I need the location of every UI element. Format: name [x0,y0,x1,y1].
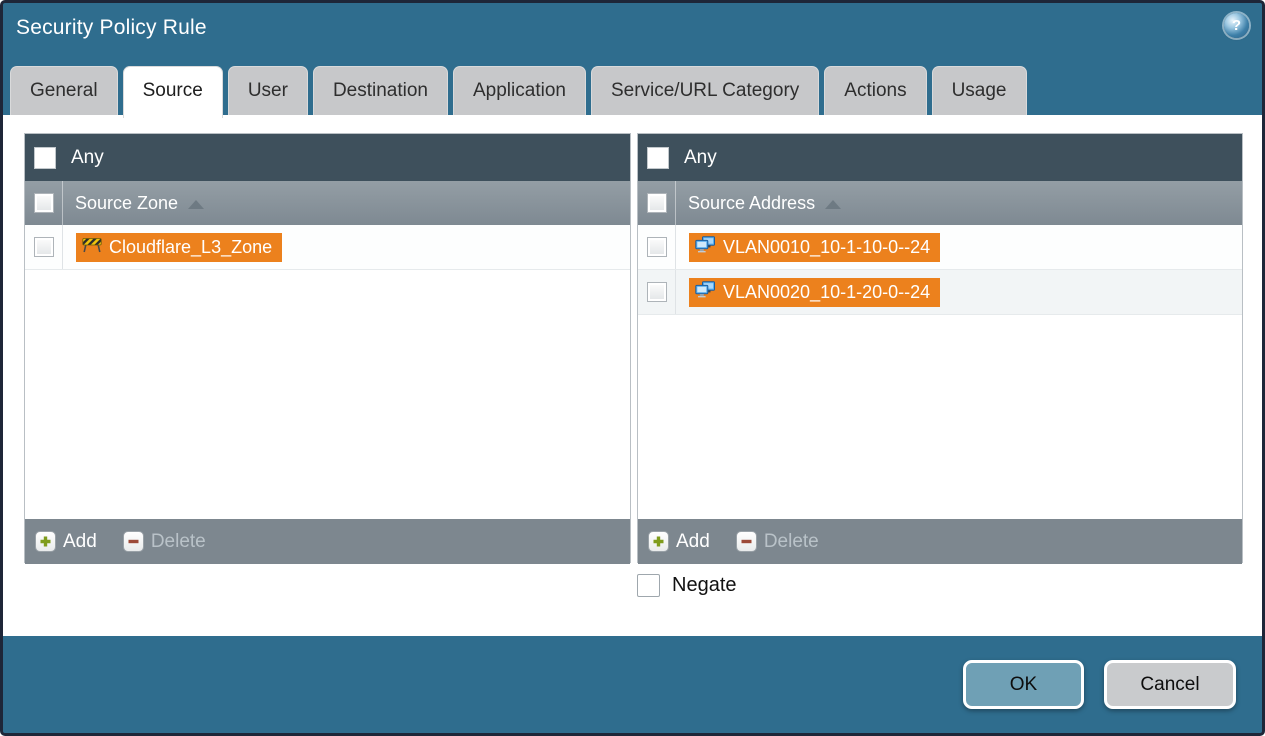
dialog-body: Any Source Zone Cloudflare_L3_Zone Add D… [3,115,1262,636]
selected-address-chip[interactable]: VLAN0020_10-1-20-0--24 [689,277,941,307]
address-name: VLAN0020_10-1-20-0--24 [723,281,931,302]
row-checkbox[interactable] [646,282,667,302]
tab-actions[interactable]: Actions [824,66,927,115]
selected-zone-chip[interactable]: Cloudflare_L3_Zone [76,232,283,262]
source-zone-any-checkbox[interactable] [34,146,56,169]
negate-label: Negate [672,574,737,596]
source-address-panel: Any Source Address VLAN0010_10-1-10-0--2… [637,133,1243,564]
source-address-select-all-checkbox[interactable] [646,193,667,213]
address-icon [695,236,716,258]
source-address-any-label: Any [684,146,717,168]
add-address-button[interactable]: Add [648,531,710,553]
tab-usage[interactable]: Usage [931,66,1027,115]
minus-icon [735,531,757,552]
tab-user[interactable]: User [227,66,308,115]
table-row[interactable]: VLAN0010_10-1-10-0--24 [638,225,1242,270]
source-address-any-checkbox[interactable] [647,146,669,169]
source-address-column-title[interactable]: Source Address [688,193,842,214]
source-zone-panel: Any Source Zone Cloudflare_L3_Zone Add D… [24,133,631,564]
plus-icon [35,531,56,552]
plus-icon [648,531,669,552]
table-row[interactable]: Cloudflare_L3_Zone [25,225,630,270]
tab-application[interactable]: Application [453,66,586,115]
source-address-footer: Add Delete [638,519,1242,564]
sort-ascending-icon [188,199,205,209]
cancel-button[interactable]: Cancel [1104,660,1236,709]
source-zone-column-title[interactable]: Source Zone [75,193,205,214]
source-address-any-row: Any [638,134,1242,181]
negate-checkbox[interactable] [637,574,660,597]
tab-bar: General Source User Destination Applicat… [10,66,1027,118]
source-zone-any-row: Any [25,134,630,181]
row-checkbox[interactable] [646,237,667,257]
source-zone-column-header: Source Zone [25,181,630,225]
help-icon[interactable]: ? [1224,13,1249,38]
minus-icon [122,531,144,552]
source-address-column-header: Source Address [638,181,1242,225]
add-zone-button[interactable]: Add [35,531,97,553]
source-zone-any-label: Any [71,146,104,168]
zone-name: Cloudflare_L3_Zone [109,236,273,257]
dialog-title: Security Policy Rule [16,16,207,39]
ok-button[interactable]: OK [963,660,1084,709]
selected-address-chip[interactable]: VLAN0010_10-1-10-0--24 [689,232,941,262]
security-policy-rule-dialog: Security Policy Rule ? General Source Us… [0,0,1265,736]
tab-general[interactable]: General [10,66,118,115]
source-zone-footer: Add Delete [25,519,630,564]
source-zone-select-all-checkbox[interactable] [33,193,54,213]
source-zone-rows: Cloudflare_L3_Zone [25,225,630,519]
tab-source[interactable]: Source [122,66,223,118]
tab-service-url-category[interactable]: Service/URL Category [590,66,820,115]
table-row[interactable]: VLAN0020_10-1-20-0--24 [638,270,1242,315]
delete-address-button[interactable]: Delete [735,531,819,553]
negate-row: Negate [637,574,737,597]
delete-zone-button[interactable]: Delete [122,531,206,553]
row-checkbox[interactable] [33,237,54,257]
sort-ascending-icon [825,199,842,209]
zone-icon [82,236,102,258]
tab-destination[interactable]: Destination [312,66,448,115]
source-address-rows: VLAN0010_10-1-10-0--24 VLAN0020_10-1-20-… [638,225,1242,519]
address-icon [695,281,716,303]
address-name: VLAN0010_10-1-10-0--24 [723,236,931,257]
